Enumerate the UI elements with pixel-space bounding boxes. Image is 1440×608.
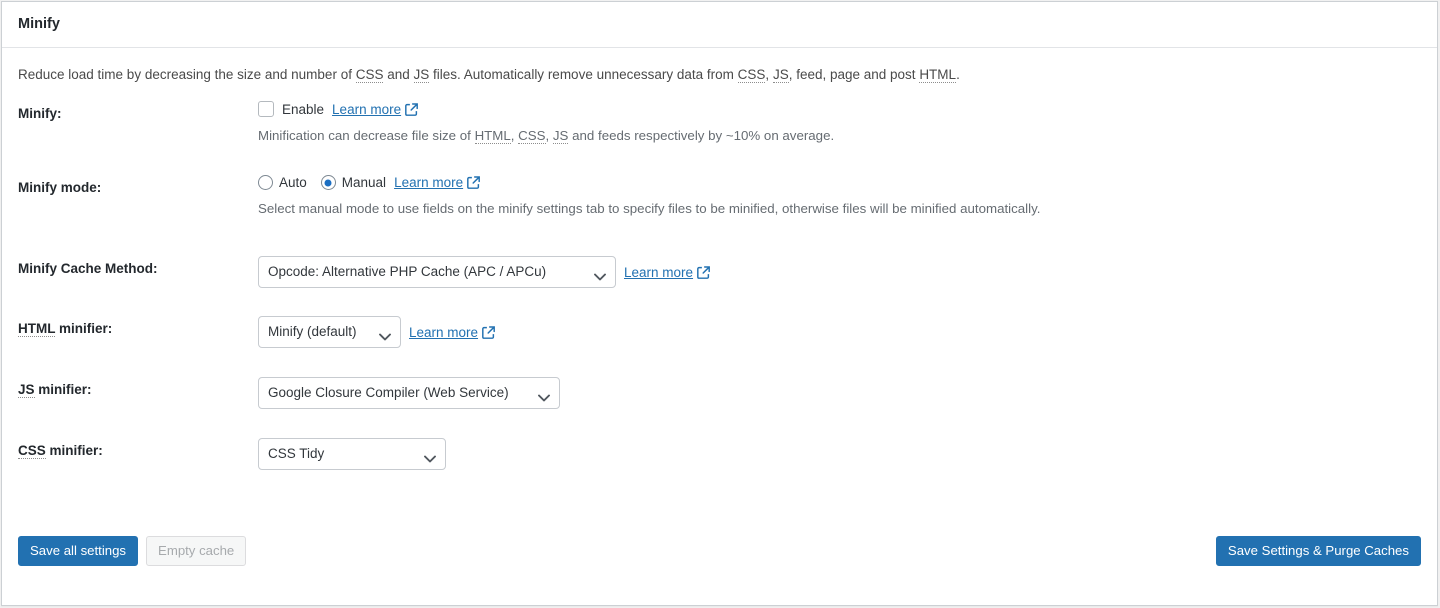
js-minifier-select[interactable]: Google Closure Compiler (Web Service): [258, 377, 560, 410]
card-body: Reduce load time by decreasing the size …: [2, 48, 1437, 471]
minify-mode-radio-auto[interactable]: [258, 175, 273, 191]
minify-learn-more-text: Learn more: [332, 101, 402, 117]
abbr-css-3: CSS: [518, 128, 546, 145]
row-minify-mode: Minify mode: Auto Manual Learn more Sele…: [18, 175, 1421, 219]
minify-mode-learn-more-link[interactable]: Learn more: [394, 174, 481, 190]
cache-method-select[interactable]: Opcode: Alternative PHP Cache (APC / APC…: [258, 256, 616, 289]
minify-helper-suffix: and feeds respectively by ~10% on averag…: [568, 128, 835, 144]
row-minify-mode-field: Auto Manual Learn more Select manual mod…: [258, 175, 1421, 219]
row-html-minifier-label: HTML minifier:: [18, 316, 258, 339]
external-link-icon: [482, 325, 495, 339]
row-minify-mode-label: Minify mode:: [18, 180, 102, 196]
minify-helper-prefix: Minification can decrease file size of: [258, 128, 475, 144]
minify-settings-card: Minify Reduce load time by decreasing th…: [1, 1, 1438, 606]
footer-inner: Save all settings Empty cache Save Setti…: [18, 511, 1421, 566]
minify-helper-sep2: ,: [545, 128, 553, 144]
abbr-css-1: CSS: [355, 67, 384, 83]
external-link-icon: [467, 176, 481, 190]
minify-learn-more-link[interactable]: Learn more: [332, 101, 419, 117]
card-header: Minify: [2, 2, 1437, 48]
cache-method-learn-more-text: Learn more: [624, 264, 694, 280]
save-settings-purge-caches-button[interactable]: Save Settings & Purge Caches: [1215, 536, 1421, 566]
html-minifier-learn-more-link[interactable]: Learn more: [409, 325, 495, 340]
row-js-minifier: JS minifier: Google Closure Compiler (We…: [18, 377, 1421, 410]
abbr-html-3: HTML: [18, 321, 56, 338]
row-css-minifier-field: CSS Tidy: [258, 438, 1421, 471]
row-js-minifier-field: Google Closure Compiler (Web Service): [258, 377, 1421, 410]
minify-mode-learn-more-text: Learn more: [394, 174, 464, 190]
row-minify-field: Enable Learn more Minification can decre…: [258, 101, 1421, 146]
empty-cache-button[interactable]: Empty cache: [146, 536, 247, 566]
minify-enable-checkbox[interactable]: [258, 101, 274, 118]
minify-mode-manual-label[interactable]: Manual: [342, 176, 386, 190]
row-cache-method-field: Opcode: Alternative PHP Cache (APC / APC…: [258, 256, 1421, 289]
css-minifier-select[interactable]: CSS Tidy: [258, 438, 446, 471]
minify-mode-radio-manual[interactable]: [320, 175, 336, 191]
html-minifier-select-box: Minify (default): [258, 316, 401, 349]
html-minifier-learn-more-text: Learn more: [409, 324, 479, 340]
minify-helper-text: Minification can decrease file size of H…: [258, 126, 1421, 146]
row-cache-method: Minify Cache Method: Opcode: Alternative…: [18, 256, 1421, 289]
abbr-html-2: HTML: [474, 128, 511, 145]
html-minifier-select[interactable]: Minify (default): [258, 316, 401, 349]
row-css-minifier-label: CSS minifier:: [18, 438, 258, 461]
row-html-minifier: HTML minifier: Minify (default) Learn mo…: [18, 316, 1421, 349]
row-cache-method-label: Minify Cache Method:: [18, 261, 158, 277]
save-all-settings-button[interactable]: Save all settings: [18, 536, 139, 566]
intro-text-1: Reduce load time by decreasing the size …: [18, 67, 356, 82]
intro-description: Reduce load time by decreasing the size …: [18, 65, 1421, 85]
css-minifier-select-box: CSS Tidy: [258, 438, 446, 471]
minify-mode-options: Auto Manual Learn more: [258, 174, 1421, 191]
row-minify-label: Minify:: [18, 106, 62, 122]
row-css-minifier-label-rest: minifier:: [45, 443, 103, 459]
intro-text-5: , feed, page and post: [788, 67, 920, 82]
abbr-js-3: JS: [552, 128, 569, 145]
abbr-css-4: CSS: [18, 443, 46, 460]
html-minifier-control: Minify (default) Learn more: [258, 316, 495, 349]
abbr-js-4: JS: [18, 382, 35, 399]
row-css-minifier: CSS minifier: CSS Tidy: [18, 438, 1421, 471]
row-js-minifier-label: JS minifier:: [18, 377, 258, 400]
intro-text-3: files. Automatically remove unnecessary …: [429, 67, 738, 82]
external-link-icon: [697, 265, 710, 279]
css-minifier-control: CSS Tidy: [258, 438, 446, 471]
minify-mode-helper-text: Select manual mode to use fields on the …: [258, 201, 1041, 217]
row-html-minifier-field: Minify (default) Learn more: [258, 316, 1421, 349]
js-minifier-select-box: Google Closure Compiler (Web Service): [258, 377, 560, 410]
page-title: Minify: [18, 16, 60, 33]
intro-text-4: ,: [765, 67, 773, 82]
abbr-css-2: CSS: [737, 67, 766, 83]
row-minify: Minify: Enable Learn more Minification c…: [18, 101, 1421, 146]
cache-method-select-box: Opcode: Alternative PHP Cache (APC / APC…: [258, 256, 616, 289]
row-js-minifier-label-rest: minifier:: [34, 382, 92, 398]
abbr-js-1: JS: [413, 67, 430, 83]
row-html-minifier-label-rest: minifier:: [55, 321, 113, 337]
minify-enable-label[interactable]: Enable: [282, 102, 324, 117]
cache-method-control: Opcode: Alternative PHP Cache (APC / APC…: [258, 256, 710, 289]
intro-text-2: and: [383, 67, 414, 82]
intro-text-6: .: [956, 67, 960, 82]
minify-enable-line: Enable Learn more: [258, 101, 1421, 118]
minify-mode-auto-label[interactable]: Auto: [279, 176, 307, 190]
js-minifier-control: Google Closure Compiler (Web Service): [258, 377, 560, 410]
abbr-js-2: JS: [772, 67, 789, 83]
footer-left-buttons: Save all settings Empty cache: [18, 536, 247, 566]
external-link-icon: [405, 102, 419, 116]
cache-method-learn-more-link[interactable]: Learn more: [624, 265, 710, 280]
card-footer: Save all settings Empty cache Save Setti…: [2, 511, 1437, 605]
abbr-html-1: HTML: [919, 67, 957, 83]
